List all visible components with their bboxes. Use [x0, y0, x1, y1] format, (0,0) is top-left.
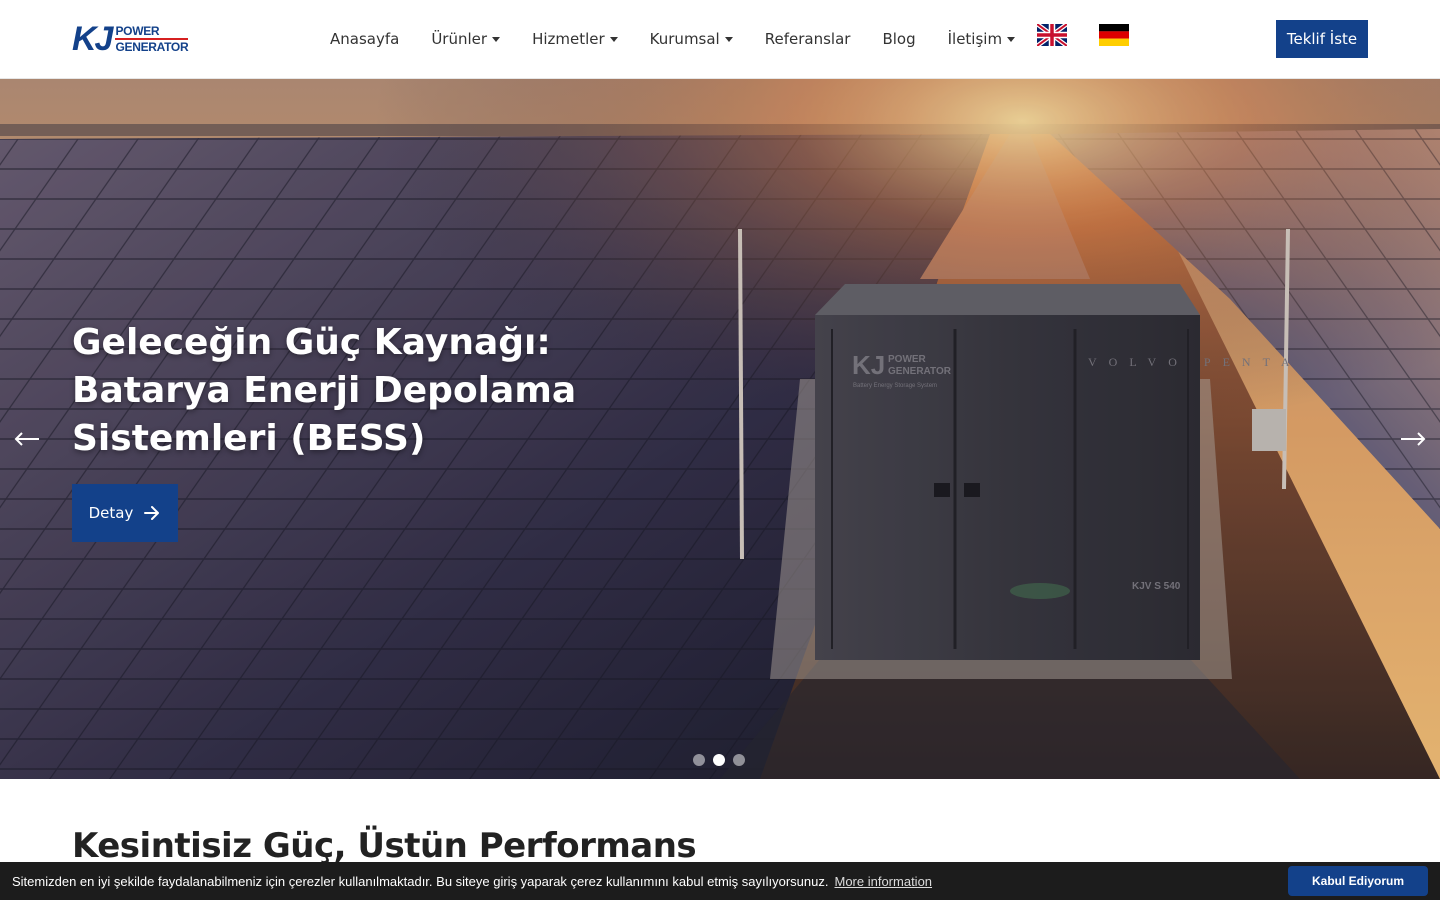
- caret-down-icon: [609, 36, 618, 42]
- cookie-text: Sitemizden en iyi şekilde faydalanabilme…: [12, 873, 829, 889]
- nav-item-hizmetler[interactable]: Hizmetler: [532, 30, 618, 48]
- uk-flag-svg: [1037, 24, 1067, 46]
- uk-flag-icon[interactable]: [1037, 24, 1067, 46]
- germany-flag-icon[interactable]: [1099, 24, 1129, 46]
- caret-down-icon: [1007, 36, 1016, 42]
- slide-dot-3[interactable]: [733, 754, 745, 766]
- nav-item-urunler[interactable]: Ürünler: [431, 30, 501, 48]
- detail-button[interactable]: Detay: [72, 484, 178, 542]
- arrow-left-svg: [14, 432, 39, 446]
- nav-item-iletisim[interactable]: İletişim: [947, 30, 1016, 48]
- nav-label: Hizmetler: [532, 30, 605, 48]
- nav-item-blog[interactable]: Blog: [882, 30, 915, 48]
- main-nav: Anasayfa Ürünler Hizmetler Kurumsal Refe…: [330, 28, 1047, 50]
- cookie-consent-bar: Sitemizden en iyi şekilde faydalanabilme…: [0, 862, 1440, 900]
- slide-indicators: [693, 754, 745, 766]
- section-title: Kesintisiz Güç, Üstün Performans: [72, 826, 697, 866]
- slide-dot-1[interactable]: [693, 754, 705, 766]
- nav-label: Blog: [882, 30, 916, 48]
- site-header: KJ POWER GENERATOR Anasayfa Ürünler Hizm…: [0, 0, 1440, 79]
- kj-power-generator-logo[interactable]: KJ POWER GENERATOR: [72, 20, 189, 58]
- germany-flag-svg: [1099, 24, 1129, 46]
- arrow-right-svg: [1401, 432, 1426, 446]
- caret-down-icon: [492, 36, 501, 42]
- nav-item-referanslar[interactable]: Referanslar: [765, 30, 851, 48]
- nav-item-anasayfa[interactable]: Anasayfa: [330, 30, 399, 48]
- nav-item-kurumsal[interactable]: Kurumsal: [650, 30, 733, 48]
- hero-slider: KJ POWER GENERATOR Battery Energy Storag…: [0, 79, 1440, 779]
- arrow-right-icon: [144, 506, 160, 520]
- slide-dot-2[interactable]: [713, 754, 725, 766]
- logo-line-1: POWER: [115, 24, 189, 40]
- nav-label: Referanslar: [764, 30, 851, 48]
- caret-down-icon: [724, 36, 733, 42]
- next-slide-arrow-icon[interactable]: [1398, 424, 1428, 454]
- accept-cookies-button[interactable]: Kabul Ediyorum: [1288, 866, 1428, 896]
- nav-label: Ürünler: [431, 30, 488, 48]
- more-information-link[interactable]: More information: [834, 874, 932, 889]
- nav-label: İletişim: [947, 30, 1003, 48]
- hero-title: Geleceğin Güç Kaynağı: Batarya Enerji De…: [72, 322, 577, 459]
- logo-wordmark: POWER GENERATOR: [115, 24, 189, 54]
- logo-mark: KJ: [72, 20, 113, 58]
- detail-button-label: Detay: [88, 504, 134, 522]
- request-quote-button[interactable]: Teklif İste: [1276, 20, 1368, 58]
- logo-line-2: GENERATOR: [115, 40, 189, 54]
- nav-label: Anasayfa: [330, 30, 400, 48]
- nav-label: Kurumsal: [649, 30, 720, 48]
- previous-slide-arrow-icon[interactable]: [12, 424, 42, 454]
